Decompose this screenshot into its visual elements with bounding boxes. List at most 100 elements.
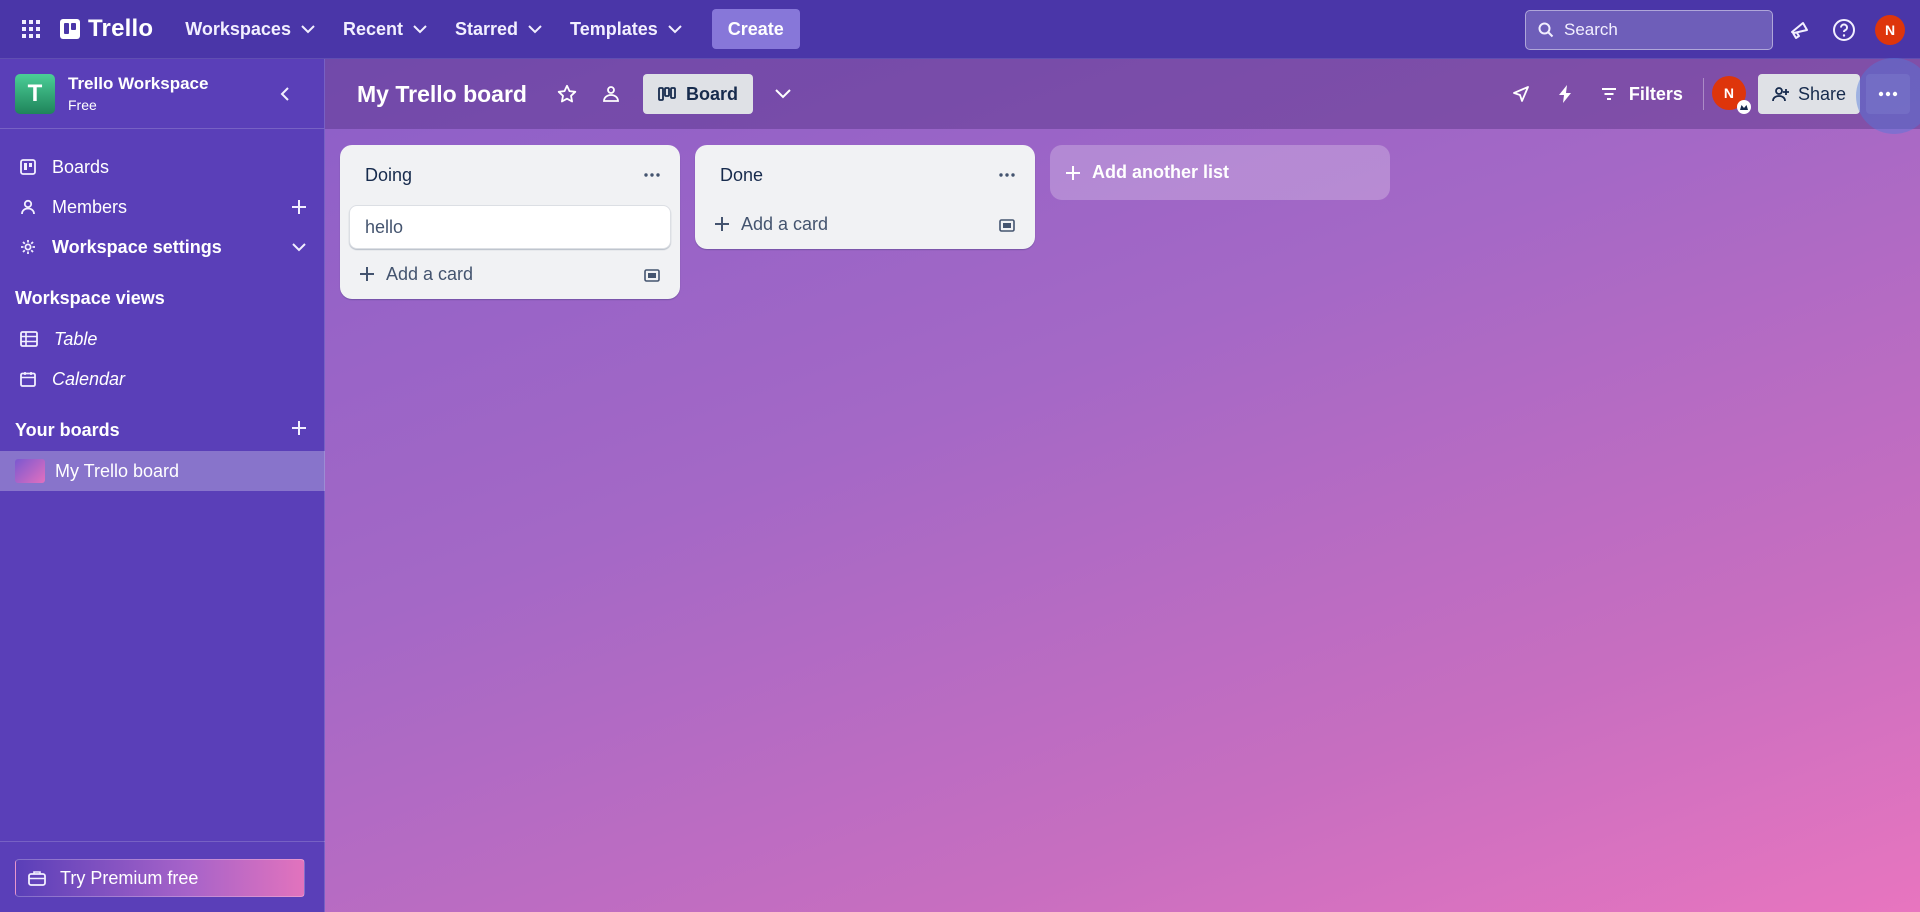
filter-icon — [1601, 88, 1616, 100]
sidebar-board-label: My Trello board — [55, 460, 180, 481]
workspaces-menu[interactable]: Workspaces — [171, 9, 329, 49]
add-member-button[interactable] — [287, 195, 311, 219]
sidebar-item-members[interactable]: Members — [0, 187, 325, 227]
sidebar-item-calendar[interactable]: Calendar — [0, 359, 325, 399]
help-button[interactable] — [1828, 14, 1860, 46]
sidebar-item-workspace-settings[interactable]: Workspace settings — [0, 227, 325, 267]
workspace-header: T Trello Workspace Free — [0, 59, 324, 129]
search-input[interactable] — [1564, 20, 1754, 40]
chevron-down-icon — [775, 89, 791, 99]
trello-logo-text: Trello — [88, 15, 154, 42]
create-button[interactable]: Create — [711, 9, 800, 49]
filters-label: Filters — [1628, 83, 1683, 104]
top-navigation-bar: Trello Workspaces Recent Starred Templat… — [0, 0, 1920, 59]
list-title[interactable]: Done — [720, 165, 763, 186]
add-another-list-button[interactable]: Add another list — [1050, 145, 1390, 200]
board-view-button[interactable]: Board — [642, 74, 753, 114]
workspace-sidebar: T Trello Workspace Free Boards Members W… — [0, 59, 325, 912]
filters-button[interactable]: Filters — [1589, 74, 1695, 114]
rocket-icon — [1513, 86, 1529, 102]
templates-menu[interactable]: Templates — [556, 9, 696, 49]
list-actions-button[interactable] — [636, 159, 668, 191]
create-from-template-button[interactable] — [993, 211, 1021, 239]
gear-icon — [21, 240, 35, 254]
add-person-icon — [1772, 87, 1789, 102]
try-premium-label: Try Premium free — [60, 867, 199, 888]
your-boards-heading: Your boards — [15, 420, 120, 440]
lightning-icon — [1558, 85, 1571, 103]
create-board-button[interactable] — [287, 416, 311, 440]
automation-button[interactable] — [1547, 76, 1583, 112]
trello-logo[interactable]: Trello — [60, 15, 153, 43]
share-label: Share — [1797, 83, 1846, 104]
table-icon — [20, 331, 38, 347]
notifications-button[interactable] — [1784, 14, 1816, 46]
plus-icon — [1066, 165, 1080, 180]
star-board-button[interactable] — [549, 76, 585, 112]
recent-menu-label: Recent — [342, 18, 403, 39]
add-card-row: Add a card — [695, 199, 1035, 249]
switch-views-button[interactable] — [765, 76, 801, 112]
card[interactable]: hello — [349, 205, 671, 249]
workspace-views-heading: Workspace views — [15, 288, 165, 308]
share-button[interactable]: Share — [1757, 74, 1860, 114]
grid-icon — [22, 20, 40, 38]
chevron-left-icon — [280, 87, 289, 101]
team-visibility-icon — [603, 86, 619, 102]
plus-icon — [292, 421, 306, 435]
chevron-down-icon — [292, 242, 306, 251]
megaphone-icon — [1791, 22, 1808, 39]
board-menu-button[interactable] — [1856, 58, 1920, 134]
workspace-settings-expand[interactable] — [287, 235, 311, 259]
sidebar-item-label: Table — [54, 328, 98, 349]
board-title[interactable]: My Trello board — [357, 81, 527, 108]
list-title[interactable]: Doing — [365, 165, 412, 186]
workspace-plan: Free — [68, 97, 97, 113]
recent-menu[interactable]: Recent — [329, 9, 441, 49]
power-ups-button[interactable] — [1503, 76, 1539, 112]
sidebar-item-label: Members — [52, 196, 128, 217]
avatar: N — [1875, 15, 1905, 45]
search-box[interactable] — [1525, 10, 1773, 50]
chevron-down-icon — [301, 24, 315, 33]
ellipsis-icon — [999, 173, 1015, 177]
search-icon — [1538, 22, 1554, 38]
board-view-icon — [658, 87, 676, 101]
sidebar-board-my-trello-board[interactable]: My Trello board — [0, 451, 325, 491]
sidebar-item-boards[interactable]: Boards — [0, 147, 325, 187]
add-card-button[interactable]: Add a card — [741, 214, 828, 235]
sidebar-item-label: Boards — [52, 156, 110, 177]
list-header: Doing — [340, 145, 680, 205]
plus-icon — [292, 200, 306, 214]
starred-menu-label: Starred — [455, 18, 519, 39]
try-premium-button[interactable]: Try Premium free — [15, 859, 305, 897]
board-thumbnail — [15, 459, 45, 483]
plus-icon — [715, 217, 729, 231]
account-menu-button[interactable]: N — [1874, 14, 1906, 46]
board-icon — [20, 159, 36, 175]
board-header-actions: Filters N Share — [1495, 58, 1920, 134]
sidebar-item-table[interactable]: Table — [0, 319, 325, 359]
person-icon — [21, 199, 35, 215]
admin-badge-icon — [1736, 100, 1751, 114]
add-card-row: Add a card — [340, 249, 680, 299]
app-switcher-button[interactable] — [12, 10, 50, 48]
list-actions-button[interactable] — [991, 159, 1023, 191]
list-done: Done Add a card — [695, 145, 1035, 249]
add-card-button[interactable]: Add a card — [386, 264, 473, 285]
chevron-down-icon — [668, 24, 682, 33]
workspace-logo: T — [15, 73, 55, 114]
plus-icon — [360, 267, 374, 281]
sidebar-divider — [0, 841, 325, 842]
create-from-template-button[interactable] — [638, 261, 666, 289]
starred-menu[interactable]: Starred — [441, 9, 556, 49]
sidebar-item-label: Calendar — [52, 368, 126, 389]
star-icon — [557, 84, 577, 103]
collapse-sidebar-button[interactable] — [270, 79, 300, 109]
workspace-name: Trello Workspace — [68, 74, 209, 93]
chevron-down-icon — [413, 24, 427, 33]
help-icon — [1833, 19, 1855, 41]
board-member-avatar[interactable]: N — [1711, 76, 1751, 114]
board-visibility-button[interactable] — [593, 76, 629, 112]
chevron-down-icon — [528, 24, 542, 33]
